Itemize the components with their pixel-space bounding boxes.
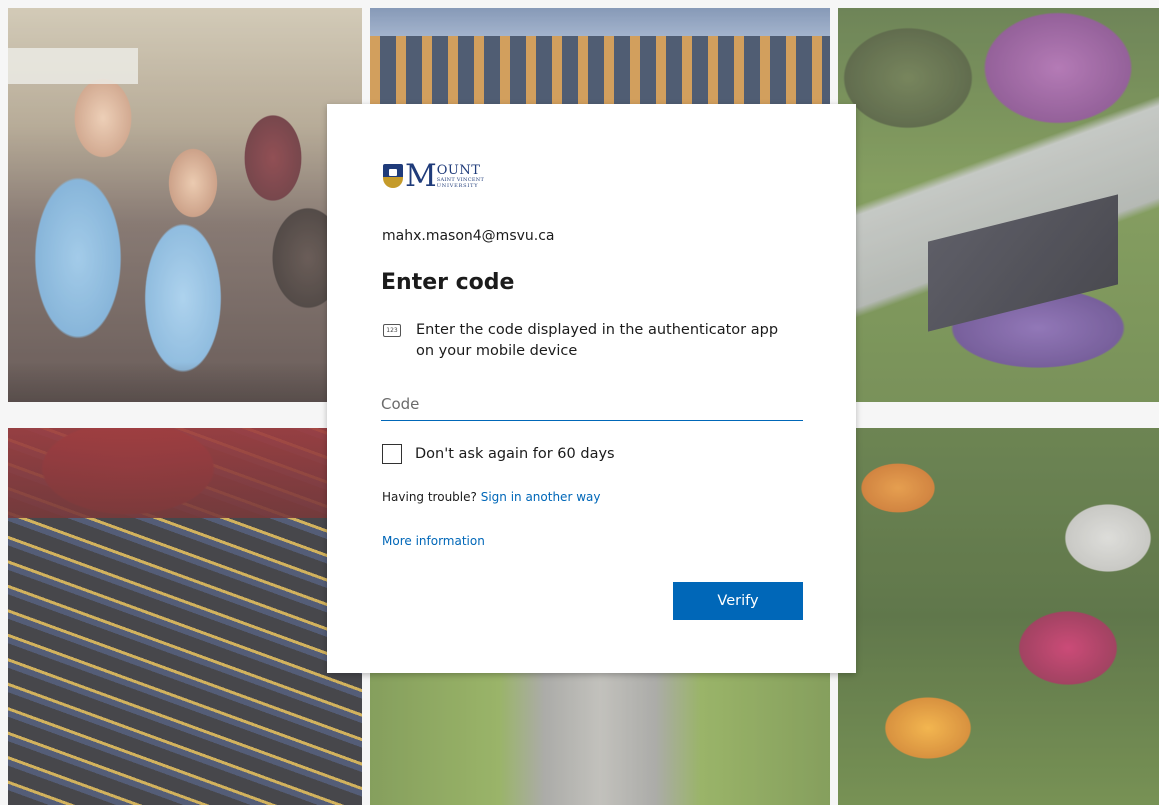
trouble-row: Having trouble? Sign in another way — [382, 490, 600, 504]
remember-checkbox[interactable] — [382, 444, 402, 464]
instruction-row: 123 Enter the code displayed in the auth… — [383, 320, 803, 362]
more-info-row: More information — [382, 534, 485, 548]
logo-wordmark: OUNT SAINT VINCENT UNIVERSITY — [437, 164, 484, 189]
remember-label[interactable]: Don't ask again for 60 days — [415, 446, 615, 462]
verify-button[interactable]: Verify — [673, 582, 803, 620]
crest-icon — [383, 164, 403, 188]
instruction-text: Enter the code displayed in the authenti… — [416, 322, 779, 359]
logo-line-3: UNIVERSITY — [436, 182, 479, 189]
code-input[interactable] — [381, 387, 803, 421]
logo-initial: M — [405, 158, 437, 194]
trouble-text: Having trouble? — [382, 490, 481, 504]
university-logo: M OUNT SAINT VINCENT UNIVERSITY — [383, 160, 484, 192]
account-email: mahx.mason4@msvu.ca — [382, 228, 555, 244]
keypad-icon: 123 — [383, 324, 401, 337]
page-title: Enter code — [381, 270, 515, 295]
remember-row[interactable]: Don't ask again for 60 days — [382, 444, 615, 464]
sign-in-another-way-link[interactable]: Sign in another way — [481, 490, 601, 504]
logo-word: OUNT — [436, 162, 481, 178]
signin-dialog: M OUNT SAINT VINCENT UNIVERSITY mahx.mas… — [327, 104, 856, 673]
more-information-link[interactable]: More information — [382, 534, 485, 548]
